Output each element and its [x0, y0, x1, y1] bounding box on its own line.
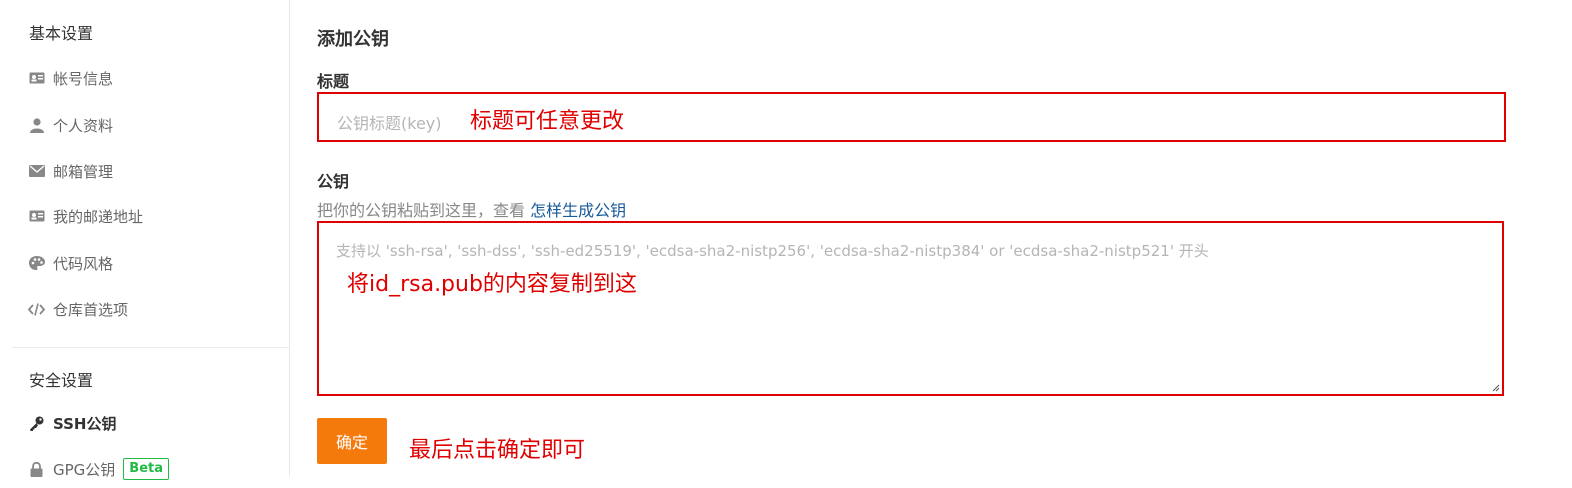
sidebar-item-label: 帐号信息	[53, 69, 114, 88]
sidebar-item-label: 代码风格	[53, 254, 114, 273]
code-icon	[28, 301, 45, 317]
sidebar-item-label: 我的邮递地址	[53, 207, 144, 226]
user-icon	[28, 117, 45, 133]
page-title: 添加公钥	[317, 29, 389, 50]
address-card-icon	[28, 208, 45, 224]
sidebar-item-email[interactable]: 邮箱管理	[28, 159, 113, 183]
sidebar-item-repo-preferences[interactable]: 仓库首选项	[28, 297, 128, 321]
sidebar-item-profile[interactable]: 个人资料	[28, 113, 113, 137]
resize-handle-icon[interactable]	[1492, 384, 1500, 392]
sidebar-item-label: 仓库首选项	[53, 300, 129, 319]
title-field-label: 标题	[317, 72, 350, 91]
key-annotation: 将id_rsa.pub的内容复制到这	[347, 272, 637, 297]
sidebar-item-ssh-keys[interactable]: SSH公钥	[28, 411, 117, 435]
security-settings-heading: 安全设置	[29, 371, 94, 390]
public-key-textarea[interactable]: 支持以 'ssh-rsa', 'ssh-dss', 'ssh-ed25519',…	[317, 221, 1504, 396]
settings-sidebar: 基本设置 帐号信息 个人资料 邮箱管理 我的邮递地址 代码风格 仓库首选项 安全…	[12, 0, 290, 488]
key-field-label: 公钥	[317, 172, 350, 191]
key-help-text: 把你的公钥粘贴到这里，查看 怎样生成公钥	[317, 197, 626, 221]
basic-settings-heading: 基本设置	[29, 24, 94, 43]
how-to-generate-key-link[interactable]: 怎样生成公钥	[530, 201, 626, 220]
basic-settings-card: 基本设置 帐号信息 个人资料 邮箱管理 我的邮递地址 代码风格 仓库首选项	[12, 0, 289, 346]
title-annotation: 标题可任意更改	[470, 109, 625, 134]
palette-icon	[28, 255, 45, 271]
confirm-button[interactable]: 确定	[317, 418, 387, 464]
public-key-placeholder: 支持以 'ssh-rsa', 'ssh-dss', 'ssh-ed25519',…	[336, 242, 1209, 260]
security-settings-card: 安全设置 SSH公钥 GPG公钥 Beta	[12, 347, 289, 488]
beta-badge: Beta	[123, 458, 170, 480]
sidebar-item-account-info[interactable]: 帐号信息	[28, 66, 113, 90]
sidebar-item-label: GPG公钥	[53, 460, 116, 479]
id-card-icon	[28, 70, 45, 86]
envelope-icon	[28, 163, 45, 179]
key-icon	[28, 415, 45, 431]
help-text: 把你的公钥粘贴到这里，查看	[317, 201, 531, 220]
sidebar-item-label: 邮箱管理	[53, 162, 114, 181]
sidebar-item-mailing-address[interactable]: 我的邮递地址	[28, 204, 143, 228]
lock-icon	[28, 461, 45, 477]
sidebar-item-gpg-keys[interactable]: GPG公钥 Beta	[28, 457, 170, 481]
confirm-annotation: 最后点击确定即可	[409, 438, 586, 463]
sidebar-item-code-style[interactable]: 代码风格	[28, 251, 113, 275]
sidebar-item-label: 个人资料	[53, 116, 114, 135]
key-title-placeholder: 公钥标题(key)	[337, 114, 442, 133]
sidebar-item-label: SSH公钥	[53, 414, 117, 433]
